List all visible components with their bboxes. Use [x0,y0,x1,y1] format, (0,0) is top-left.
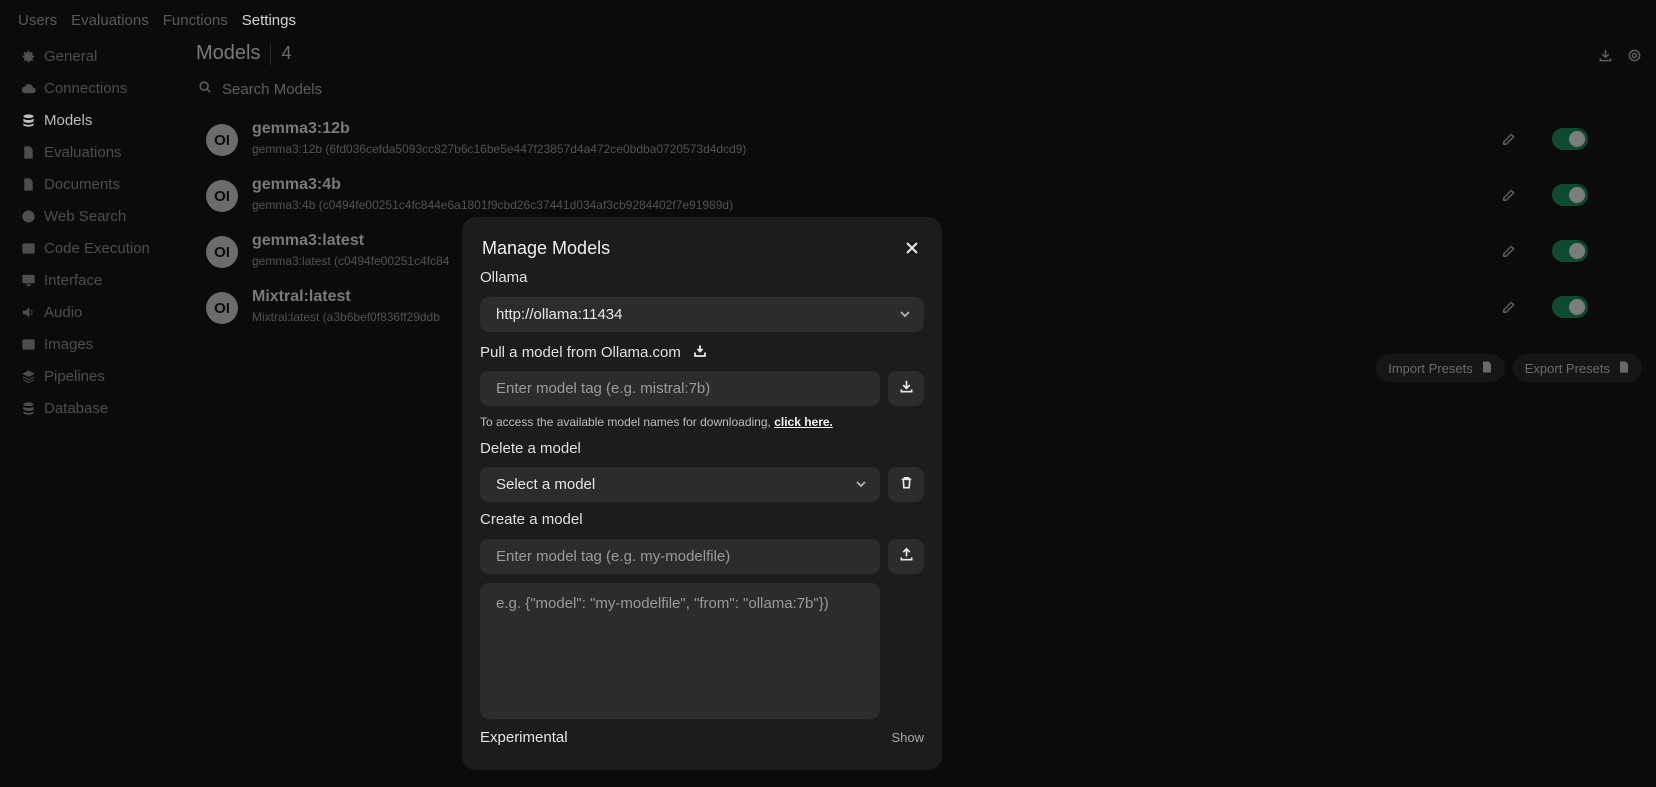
tab-evaluations[interactable]: Evaluations [71,12,149,29]
chevron-down-icon [898,307,912,325]
model-toggle[interactable] [1552,240,1588,262]
model-toggle[interactable] [1552,296,1588,318]
pull-model-button[interactable] [888,371,924,406]
cloud-download-icon [693,344,707,362]
pull-model-input[interactable]: Enter model tag (e.g. mistral:7b) [480,371,880,406]
speaker-icon [20,304,36,320]
settings-sidebar: General Connections Models Evaluations D… [20,40,180,424]
model-toggle[interactable] [1552,128,1588,150]
create-model-button[interactable] [888,539,924,574]
sidebar-item-documents[interactable]: Documents [20,168,180,200]
create-model-input[interactable]: Enter model tag (e.g. my-modelfile) [480,539,880,574]
tab-settings[interactable]: Settings [242,12,296,29]
download-icon [899,379,914,399]
document-icon [20,176,36,192]
sidebar-item-models[interactable]: Models [20,104,180,136]
tab-functions[interactable]: Functions [163,12,228,29]
pencil-icon[interactable] [1501,188,1516,208]
sidebar-item-connections[interactable]: Connections [20,72,180,104]
modal-title: Manage Models [482,238,611,258]
model-description: gemma3:12b (6fd036cefda5093cc827b6c16be5… [252,142,747,156]
delete-model-label: Delete a model [480,440,581,457]
sidebar-item-pipelines[interactable]: Pipelines [20,360,180,392]
create-model-label: Create a model [480,511,583,528]
model-toggle[interactable] [1552,184,1588,206]
download-hint: To access the available model names for … [480,415,833,429]
header-actions [1598,48,1642,68]
trash-icon [899,475,914,495]
file-export-icon [1618,361,1630,376]
image-icon [20,336,36,352]
chevron-down-icon [854,477,868,495]
model-description: Mixtral:latest (a3b6bef0f836ff29ddb [252,310,440,324]
create-model-json-textarea[interactable]: e.g. {"model": "my-modelfile", "from": "… [480,583,880,719]
file-import-icon [1481,361,1493,376]
delete-model-button[interactable] [888,467,924,502]
search-input[interactable]: Search Models [222,81,322,98]
models-header: Models 4 [196,42,292,65]
model-name: Mixtral:latest [252,288,351,305]
click-here-link[interactable]: click here. [774,415,833,429]
layers-icon [20,368,36,384]
sidebar-item-code-execution[interactable]: Code Execution [20,232,180,264]
sidebar-item-audio[interactable]: Audio [20,296,180,328]
cloud-icon [20,80,36,96]
pull-model-label: Pull a model from Ollama.com [480,344,707,362]
ollama-url-select[interactable]: http://ollama:11434 [480,297,924,332]
database-icon [20,112,36,128]
search-icon [198,80,212,98]
avatar: OI [206,292,238,324]
export-presets-button[interactable]: Export Presets [1512,354,1642,382]
page-title: Models [196,42,261,64]
sidebar-item-evaluations[interactable]: Evaluations [20,136,180,168]
model-description: gemma3:latest (c0494fe00251c4fc84 [252,254,450,268]
model-description: gemma3:4b (c0494fe00251c4fc844e6a1801f9c… [252,198,734,212]
sidebar-item-general[interactable]: General [20,40,180,72]
pencil-icon[interactable] [1501,244,1516,264]
top-tabs: Users Evaluations Functions Settings [18,12,296,29]
manage-models-modal: Manage Models Ollama http://ollama:11434… [462,217,942,770]
sidebar-item-interface[interactable]: Interface [20,264,180,296]
experimental-row: Experimental Show [480,729,924,746]
document-icon [20,144,36,160]
experimental-label: Experimental [480,729,568,746]
avatar: OI [206,180,238,212]
monitor-icon [20,272,36,288]
experimental-show-toggle[interactable]: Show [891,730,924,745]
divider [270,42,272,65]
gear-icon[interactable] [1627,48,1642,68]
avatar: OI [206,124,238,156]
tab-users[interactable]: Users [18,12,57,29]
sidebar-item-web-search[interactable]: Web Search [20,200,180,232]
search-bar: Search Models [198,80,322,98]
terminal-icon [20,240,36,256]
model-name: gemma3:12b [252,120,350,137]
delete-model-select[interactable]: Select a model [480,467,880,502]
database-icon [20,400,36,416]
list-item[interactable]: OI gemma3:12b gemma3:12b (6fd036cefda509… [206,118,1636,164]
presets-actions: Import Presets Export Presets [1376,354,1642,382]
list-item[interactable]: OI gemma3:4b gemma3:4b (c0494fe00251c4fc… [206,174,1636,220]
model-name: gemma3:4b [252,176,341,193]
model-name: gemma3:latest [252,232,365,249]
avatar: OI [206,236,238,268]
import-presets-button[interactable]: Import Presets [1376,354,1505,382]
download-icon[interactable] [1598,48,1613,68]
ollama-label: Ollama [480,269,528,286]
globe-icon [20,208,36,224]
pencil-icon[interactable] [1501,300,1516,320]
sidebar-item-images[interactable]: Images [20,328,180,360]
sidebar-item-database[interactable]: Database [20,392,180,424]
upload-icon [899,547,914,567]
gear-icon [20,48,36,64]
models-count: 4 [281,43,292,63]
close-icon[interactable] [903,239,921,257]
pencil-icon[interactable] [1501,132,1516,152]
